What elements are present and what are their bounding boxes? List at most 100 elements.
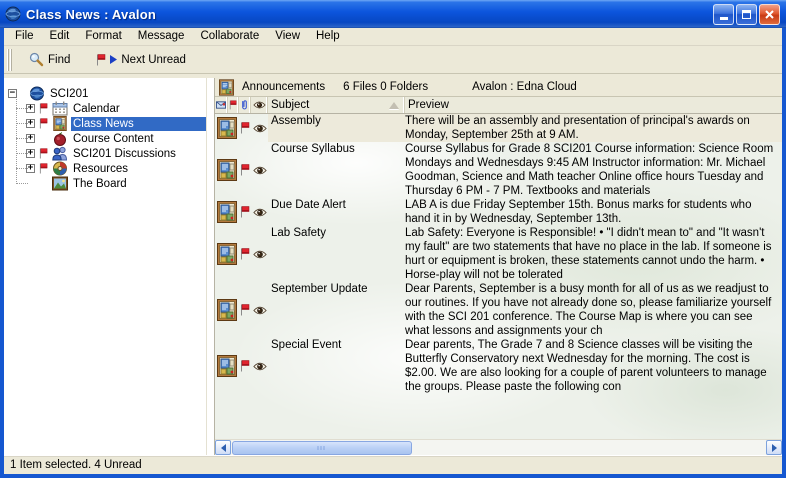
- message-subject: Course Syllabus: [268, 142, 405, 198]
- file-counts: 6 Files 0 Folders: [343, 81, 428, 93]
- eye-icon: [253, 208, 267, 217]
- menu-file[interactable]: File: [7, 28, 42, 45]
- toolbar: Find Next Unread: [4, 46, 782, 74]
- menu-help[interactable]: Help: [308, 28, 348, 45]
- eye-icon: [253, 101, 266, 109]
- menu-format[interactable]: Format: [77, 28, 129, 45]
- tree-item-course-content[interactable]: + Course Content: [4, 131, 206, 146]
- expand-icon[interactable]: +: [26, 119, 35, 128]
- message-row[interactable]: Assembly There will be an assembly and p…: [215, 114, 782, 142]
- message-row[interactable]: September Update Dear Parents, September…: [215, 282, 782, 338]
- flag-icon: [39, 148, 48, 159]
- close-button[interactable]: [759, 4, 780, 25]
- preview-header-label: Preview: [408, 99, 449, 111]
- bulletin-message-icon: [217, 159, 237, 181]
- resources-icon: [52, 161, 68, 176]
- apple-icon: [52, 131, 68, 146]
- message-list-pane: Announcements 6 Files 0 Folders Avalon :…: [214, 78, 782, 455]
- message-row[interactable]: Lab Safety Lab Safety: Everyone is Respo…: [215, 226, 782, 282]
- minimize-icon: [720, 17, 728, 20]
- collapse-icon[interactable]: −: [8, 89, 17, 98]
- tree-item-class-news[interactable]: + Class News: [4, 116, 206, 131]
- menu-message[interactable]: Message: [130, 28, 193, 45]
- find-label: Find: [48, 54, 70, 66]
- expand-icon[interactable]: +: [26, 134, 35, 143]
- pane-splitter[interactable]: [206, 78, 214, 455]
- calendar-icon: [52, 101, 68, 116]
- close-icon: [764, 9, 775, 20]
- unread-flag-icon: [240, 122, 250, 134]
- bulletin-message-icon: [217, 243, 237, 265]
- message-preview: Dear Parents, September is a busy month …: [405, 282, 782, 338]
- maximize-button[interactable]: [736, 4, 757, 25]
- globe-icon: [29, 86, 45, 101]
- news-board-icon: [219, 79, 234, 96]
- message-row[interactable]: Special Event Dear parents, The Grade 7 …: [215, 338, 782, 394]
- next-unread-button[interactable]: Next Unread: [90, 52, 192, 68]
- message-row[interactable]: Due Date Alert LAB A is due Friday Septe…: [215, 198, 782, 226]
- toolbar-drag-handle[interactable]: [7, 49, 13, 71]
- bulletin-message-icon: [217, 117, 237, 139]
- next-unread-label: Next Unread: [121, 54, 186, 66]
- column-subject[interactable]: Subject: [268, 97, 405, 113]
- main-area: − SCI201 + Calendar +: [4, 78, 782, 455]
- subject-header-label: Subject: [271, 99, 309, 111]
- tree-label: Class News: [71, 117, 206, 131]
- minimize-button[interactable]: [713, 4, 734, 25]
- column-read-status[interactable]: [251, 97, 268, 113]
- expand-icon[interactable]: +: [26, 104, 35, 113]
- title-bar[interactable]: Class News : Avalon: [0, 0, 786, 28]
- tree-item-resources[interactable]: + Resources: [4, 161, 206, 176]
- bulletin-message-icon: [217, 355, 237, 377]
- flag-icon: [229, 100, 237, 110]
- tree-item-sci201[interactable]: − SCI201: [4, 86, 206, 101]
- scrollbar-thumb[interactable]: [232, 441, 412, 455]
- column-attachment[interactable]: [239, 97, 251, 113]
- conference-owner: Avalon : Edna Cloud: [472, 81, 577, 93]
- find-button[interactable]: Find: [23, 50, 76, 69]
- app-globe-icon: [5, 6, 21, 22]
- eye-icon: [253, 306, 267, 315]
- app-window: Class News : Avalon File Edit Format Mes…: [0, 0, 786, 478]
- message-subject: September Update: [268, 282, 405, 338]
- status-bar: 1 Item selected. 4 Unread: [4, 455, 782, 474]
- conference-title: Announcements: [242, 81, 325, 93]
- tree-item-calendar[interactable]: + Calendar: [4, 101, 206, 116]
- maximize-icon: [742, 10, 751, 19]
- column-message-icon[interactable]: [215, 97, 228, 113]
- horizontal-scrollbar[interactable]: [215, 439, 782, 455]
- eye-icon: [253, 124, 267, 133]
- eye-icon: [253, 166, 267, 175]
- expand-icon[interactable]: +: [26, 149, 35, 158]
- message-subject: Due Date Alert: [268, 198, 405, 226]
- tree-label: Course Content: [71, 132, 206, 146]
- conference-header: Announcements 6 Files 0 Folders Avalon :…: [215, 78, 782, 97]
- flag-icon: [39, 163, 48, 174]
- tree-label: SCI201: [48, 87, 206, 101]
- tree-item-sci201-discussions[interactable]: + SCI201 Discussions: [4, 146, 206, 161]
- scroll-right-button[interactable]: [766, 440, 782, 455]
- unread-flag-icon: [240, 206, 250, 218]
- message-row[interactable]: Course Syllabus Course Syllabus for Grad…: [215, 142, 782, 198]
- unread-flag-icon: [240, 164, 250, 176]
- message-preview: LAB A is due Friday September 15th. Bonu…: [405, 198, 782, 226]
- search-icon: [29, 52, 44, 67]
- column-header-row: Subject Preview: [215, 97, 782, 114]
- menu-view[interactable]: View: [267, 28, 308, 45]
- message-preview: Lab Safety: Everyone is Responsible! • "…: [405, 226, 782, 282]
- scroll-left-button[interactable]: [215, 440, 231, 455]
- next-arrow-icon: [110, 55, 117, 64]
- flag-icon: [39, 103, 48, 114]
- scroll-right-icon: [772, 444, 777, 452]
- bulletin-message-icon: [217, 299, 237, 321]
- flag-icon: [96, 54, 106, 66]
- message-icon: [216, 101, 226, 109]
- tree-item-the-board[interactable]: The Board: [4, 176, 206, 191]
- column-flag[interactable]: [228, 97, 239, 113]
- expand-icon[interactable]: +: [26, 164, 35, 173]
- attachment-icon: [241, 99, 248, 111]
- column-preview[interactable]: Preview: [405, 97, 782, 113]
- message-list: Assembly There will be an assembly and p…: [215, 114, 782, 439]
- menu-collaborate[interactable]: Collaborate: [192, 28, 267, 45]
- menu-edit[interactable]: Edit: [42, 28, 78, 45]
